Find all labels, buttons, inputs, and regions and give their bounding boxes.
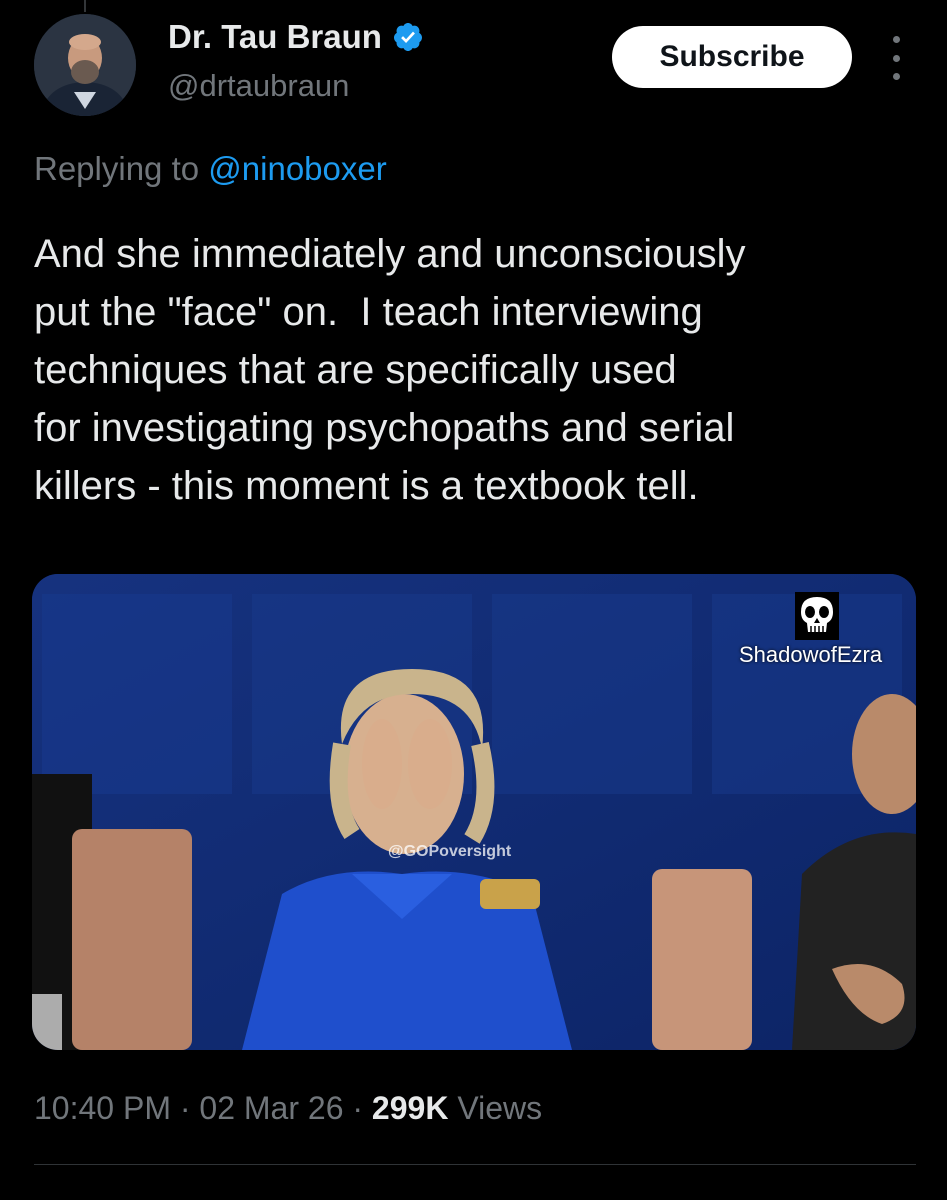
reply-target-link[interactable]: @ninoboxer bbox=[208, 150, 386, 187]
author-handle[interactable]: @drtaubraun bbox=[168, 68, 349, 104]
author-name-row: Dr. Tau Braun bbox=[168, 18, 424, 56]
tweet-line: put the "face" on. I teach interviewing bbox=[34, 290, 703, 334]
skull-logo-icon bbox=[795, 592, 839, 640]
meta-separator: · bbox=[352, 1090, 364, 1126]
views-count: 299K bbox=[371, 1090, 449, 1126]
tweet-date[interactable]: 02 Mar 26 bbox=[199, 1090, 343, 1126]
tweet-line: killers - this moment is a textbook tell… bbox=[34, 464, 699, 508]
subscribe-button[interactable]: Subscribe bbox=[612, 26, 852, 88]
avatar[interactable] bbox=[34, 14, 136, 116]
views-label: Views bbox=[457, 1090, 543, 1126]
more-dot bbox=[892, 36, 900, 43]
replying-prefix: Replying to bbox=[34, 150, 200, 187]
more-dot bbox=[892, 54, 900, 62]
tweet-time[interactable]: 10:40 PM bbox=[34, 1090, 171, 1126]
author-name[interactable]: Dr. Tau Braun bbox=[168, 18, 382, 56]
verified-badge-icon[interactable] bbox=[392, 21, 424, 53]
tweet-line: And she immediately and unconsciously bbox=[34, 232, 746, 276]
media-watermark: @GOPoversight bbox=[388, 843, 512, 860]
avatar-image bbox=[34, 14, 136, 116]
thread-connector-line bbox=[84, 0, 86, 12]
replying-to: Replying to @ninoboxer bbox=[34, 150, 387, 188]
tweet-meta: 10:40 PM · 02 Mar 26 · 299K Views bbox=[34, 1090, 542, 1127]
media-overlay-name: ShadowofEzra bbox=[739, 642, 883, 667]
divider bbox=[34, 1164, 916, 1165]
tweet-line: for investigating psychopaths and serial bbox=[34, 406, 735, 450]
tweet-text: And she immediately and unconsciously pu… bbox=[34, 225, 924, 515]
meta-separator: · bbox=[179, 1090, 191, 1126]
more-vertical-icon[interactable] bbox=[884, 36, 908, 80]
more-dot bbox=[892, 73, 900, 80]
tweet-line: techniques that are specifically used bbox=[34, 348, 677, 392]
